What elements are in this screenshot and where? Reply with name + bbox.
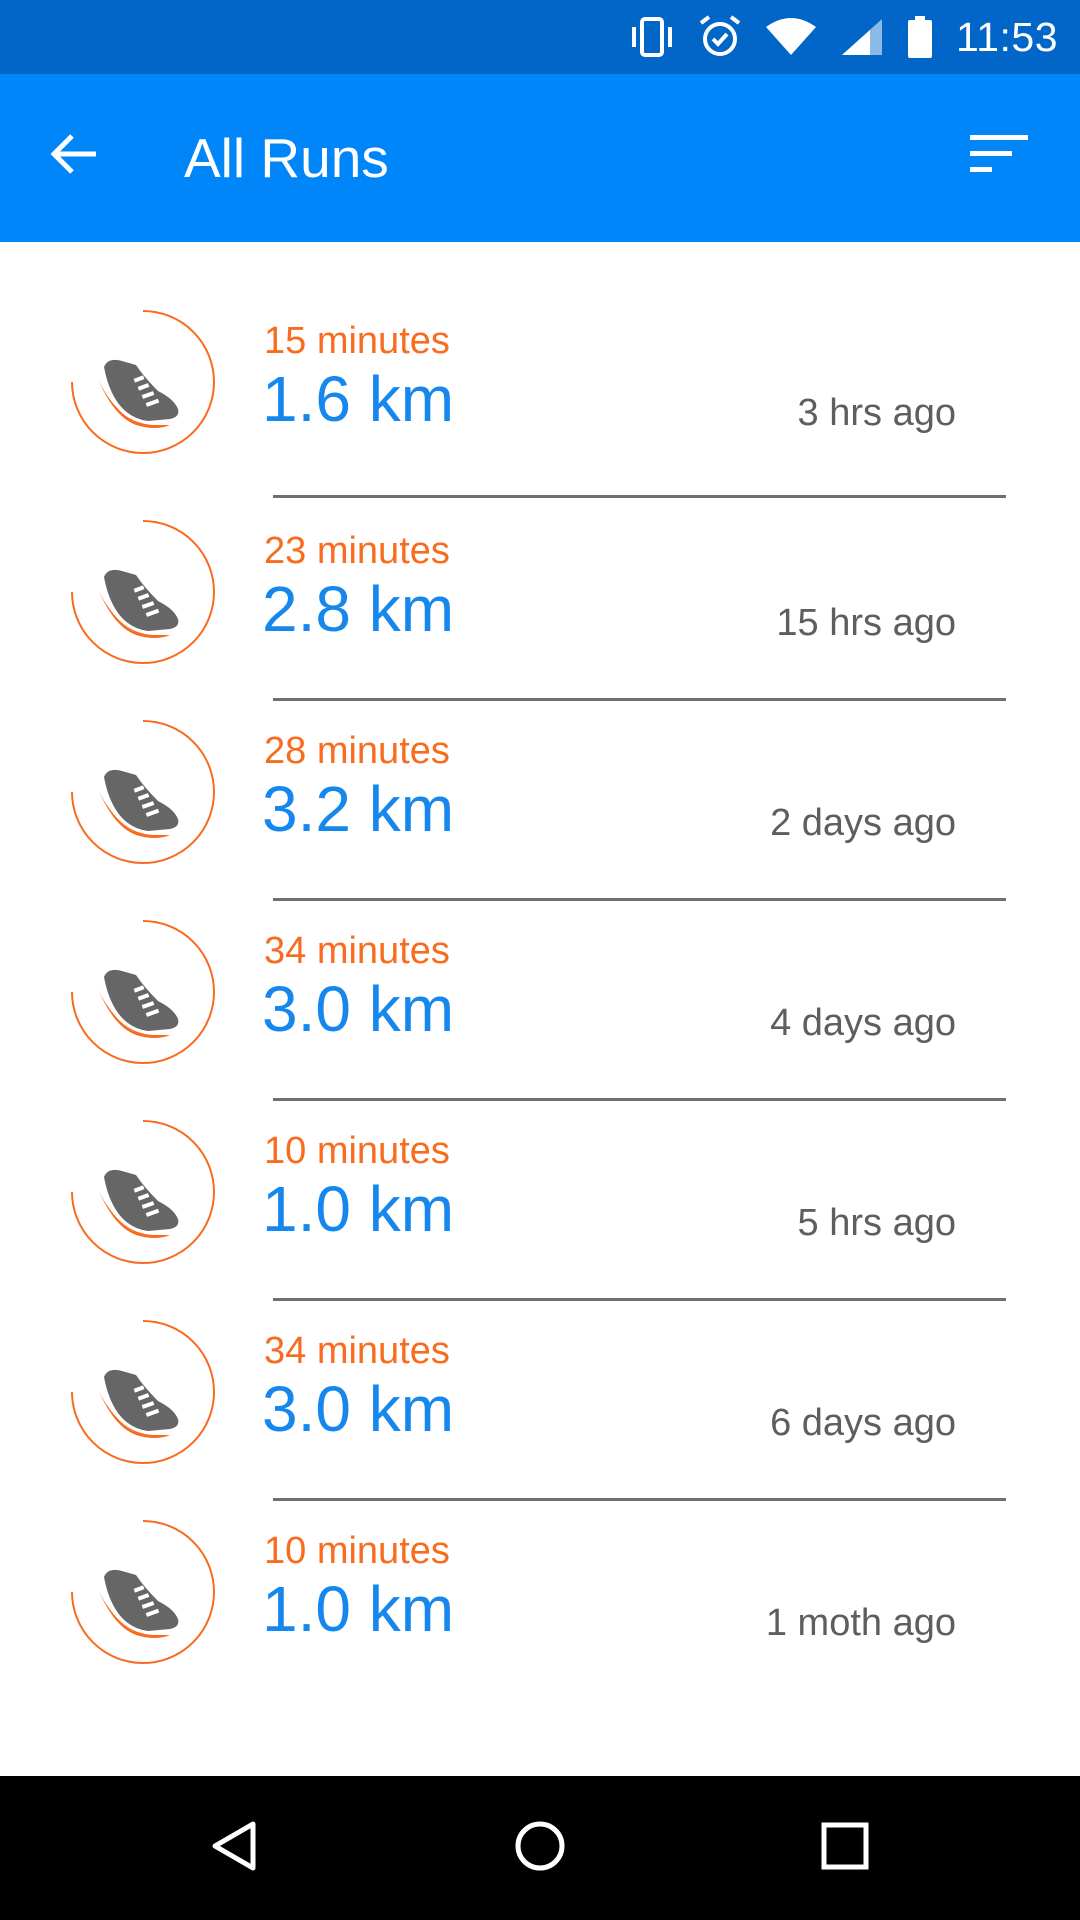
- running-shoe-icon: [70, 519, 216, 665]
- status-time: 11:53: [955, 13, 1058, 60]
- nav-home-button[interactable]: [492, 1800, 588, 1896]
- row-divider: [273, 1298, 1006, 1301]
- run-list-item[interactable]: 23 minutes 2.8 km 15 hrs ago: [0, 519, 1080, 722]
- run-list-item[interactable]: 10 minutes 1.0 km 5 hrs ago: [0, 1119, 1080, 1322]
- run-distance: 1.0 km: [262, 1173, 455, 1245]
- run-duration: 23 minutes: [264, 530, 450, 572]
- run-time-ago: 1 moth ago: [765, 1602, 956, 1644]
- row-divider: [273, 1498, 1006, 1501]
- back-triangle-icon: [207, 1818, 263, 1879]
- runs-list: 15 minutes 1.6 km 3 hrs ago 23 minutes 2.8 …: [0, 242, 1080, 1776]
- battery-icon: [906, 15, 934, 59]
- run-time-ago: 5 hrs ago: [797, 1202, 956, 1244]
- run-time-ago: 15 hrs ago: [776, 602, 956, 644]
- page-title: All Runs: [184, 127, 389, 189]
- run-duration: 34 minutes: [264, 1330, 450, 1372]
- arrow-back-icon: [48, 128, 100, 185]
- run-time-ago: 4 days ago: [770, 1002, 956, 1044]
- row-divider: [273, 495, 1006, 498]
- running-shoe-icon: [70, 1119, 216, 1265]
- row-divider: [273, 898, 1006, 901]
- run-list-item[interactable]: 15 minutes 1.6 km 3 hrs ago: [0, 309, 1080, 512]
- vibrate-icon: [628, 15, 676, 59]
- running-shoe-icon: [70, 1319, 216, 1465]
- run-distance: 1.0 km: [262, 1573, 455, 1645]
- row-divider: [273, 1098, 1006, 1101]
- home-circle-icon: [512, 1818, 568, 1879]
- running-shoe-icon: [70, 309, 216, 455]
- status-bar: 11:53: [0, 0, 1080, 74]
- run-distance: 3.0 km: [262, 973, 455, 1045]
- wifi-icon: [764, 17, 818, 57]
- run-duration: 10 minutes: [264, 1130, 450, 1172]
- recents-square-icon: [817, 1818, 873, 1879]
- run-time-ago: 6 days ago: [770, 1402, 956, 1444]
- back-button[interactable]: [36, 118, 112, 194]
- run-distance: 3.2 km: [262, 773, 455, 845]
- run-duration: 10 minutes: [264, 1530, 450, 1572]
- run-time-ago: 2 days ago: [770, 802, 956, 844]
- run-list-item[interactable]: 34 minutes 3.0 km 4 days ago: [0, 919, 1080, 1122]
- row-divider: [273, 698, 1006, 701]
- running-shoe-icon: [70, 719, 216, 865]
- run-duration: 34 minutes: [264, 930, 450, 972]
- run-list-item[interactable]: 10 minutes 1.0 km 1 moth ago: [0, 1519, 1080, 1722]
- nav-recents-button[interactable]: [797, 1800, 893, 1896]
- nav-back-button[interactable]: [187, 1800, 283, 1896]
- run-distance: 1.6 km: [262, 363, 455, 435]
- run-duration: 28 minutes: [264, 730, 450, 772]
- status-icons: 11:53: [628, 0, 1058, 74]
- running-shoe-icon: [70, 1519, 216, 1665]
- signal-icon: [840, 17, 884, 57]
- alarm-icon: [698, 14, 742, 60]
- running-shoe-icon: [70, 919, 216, 1065]
- sort-icon: [968, 132, 1028, 181]
- run-list-item[interactable]: 34 minutes 3.0 km 6 days ago: [0, 1319, 1080, 1522]
- run-distance: 3.0 km: [262, 1373, 455, 1445]
- navigation-bar: [0, 1776, 1080, 1920]
- run-duration: 15 minutes: [264, 320, 450, 362]
- run-time-ago: 3 hrs ago: [797, 392, 956, 434]
- run-list-item[interactable]: 28 minutes 3.2 km 2 days ago: [0, 719, 1080, 922]
- sort-button[interactable]: [958, 118, 1038, 194]
- app-bar: All Runs: [0, 74, 1080, 242]
- run-distance: 2.8 km: [262, 573, 455, 645]
